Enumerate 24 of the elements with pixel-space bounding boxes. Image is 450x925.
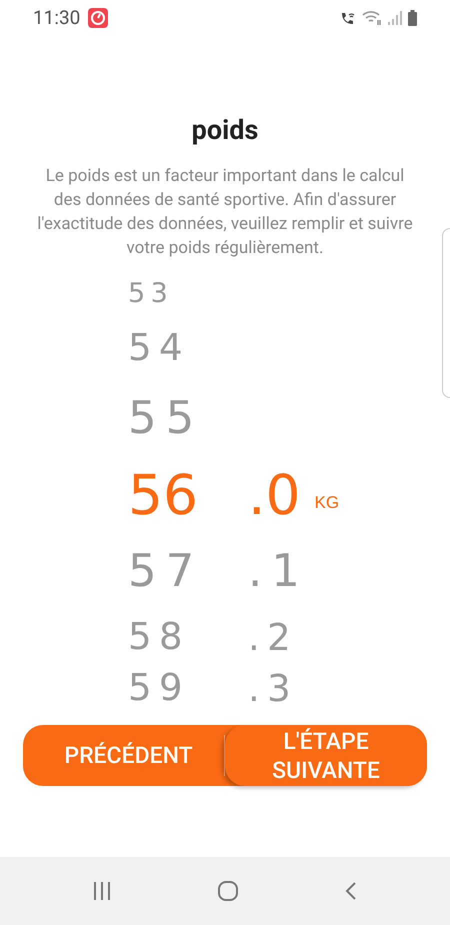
wifi-call-icon — [340, 10, 356, 26]
integer-value[interactable]: 59 — [128, 666, 190, 709]
battery-icon — [408, 10, 417, 26]
decimal-value[interactable]: .0 — [248, 468, 300, 522]
integer-value[interactable]: 56 — [128, 462, 198, 526]
integer-value[interactable]: 57 — [128, 544, 204, 596]
integer-value[interactable]: 58 — [128, 615, 190, 658]
integer-value[interactable]: 54 — [128, 326, 190, 369]
decimal-value[interactable]: .2 — [248, 618, 298, 656]
recent-apps-icon[interactable] — [92, 881, 112, 901]
wifi-icon — [362, 10, 382, 26]
page-title: poids — [190, 113, 260, 148]
description-text: Le poids est un facteur important dans le calcul des données de santé sportive. Afin d'assurer l'exactitude des données, veuillez remplir et suivre votre poids régulièrement. — [37, 165, 413, 260]
integer-value[interactable]: 53 — [128, 278, 174, 309]
signal-icon — [388, 10, 402, 26]
decimal-value[interactable]: .1 — [248, 548, 309, 592]
next-step-button[interactable]: L'ÉTAPE SUIVANTE — [225, 725, 427, 786]
back-icon[interactable] — [344, 881, 358, 901]
home-icon[interactable] — [216, 880, 239, 902]
decimal-value[interactable]: .3 — [248, 670, 298, 706]
integer-value[interactable]: 55 — [128, 391, 204, 444]
app-notification-icon — [88, 8, 108, 28]
status-time: 11:30 — [33, 4, 80, 31]
unit-label: KG — [314, 492, 340, 514]
